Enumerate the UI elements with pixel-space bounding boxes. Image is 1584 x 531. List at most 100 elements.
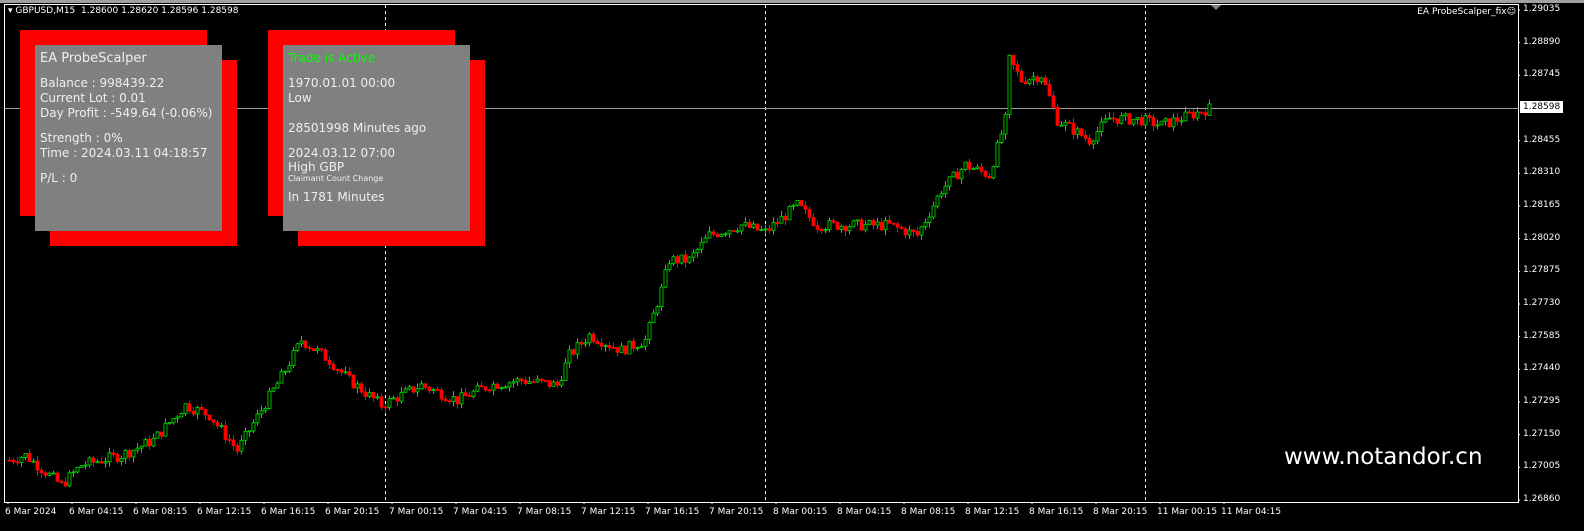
price-tick: 1.27295: [1523, 396, 1561, 406]
candle-body: [807, 208, 812, 218]
candle-body: [619, 345, 624, 353]
time-tick: 8 Mar 16:15: [1029, 507, 1084, 517]
candle-body: [611, 347, 616, 349]
candle-body: [231, 439, 236, 447]
candle-body: [763, 228, 768, 231]
candle-body: [691, 252, 696, 258]
candle-body: [487, 389, 492, 392]
candle-body: [951, 171, 956, 178]
candle-body: [203, 408, 208, 416]
candle-body: [259, 410, 264, 415]
candle-body: [1115, 118, 1120, 124]
candle-body: [1083, 135, 1088, 139]
candle-body: [1139, 117, 1144, 126]
candle-body: [927, 216, 932, 223]
candle-body: [179, 413, 184, 418]
candle-body: [1159, 120, 1164, 126]
candle-body: [499, 386, 504, 389]
candle-body: [67, 472, 72, 487]
candle-body: [147, 438, 152, 447]
candle-body: [311, 348, 316, 351]
candle-body: [35, 460, 40, 471]
candle-body: [895, 223, 900, 228]
next-news-impact: High GBP: [288, 160, 345, 174]
candle-body: [411, 386, 416, 393]
candle-body: [247, 430, 252, 433]
time-tick: 6 Mar 2024: [5, 507, 57, 517]
price-tick: 1.27440: [1523, 363, 1561, 374]
candle-body: [459, 392, 464, 405]
candle-body: [495, 383, 500, 389]
candle-body: [11, 459, 16, 463]
candle-body: [915, 231, 920, 236]
candle-body: [1175, 117, 1180, 122]
candle-body: [1011, 54, 1016, 66]
price-tick: 1.28455: [1523, 134, 1561, 145]
candle-body: [1127, 113, 1132, 125]
candle-body: [599, 343, 604, 347]
candle-body: [119, 457, 124, 462]
candle-body: [923, 221, 928, 228]
candle-body: [887, 219, 892, 224]
candle-body: [1095, 131, 1100, 142]
candle-body: [171, 417, 176, 424]
candle-body: [183, 403, 188, 415]
candle-body: [1047, 84, 1052, 97]
candle-body: [655, 306, 660, 314]
time-tick: 7 Mar 00:15: [389, 507, 444, 517]
price-tick: 1.27730: [1523, 298, 1561, 308]
candle-body: [1091, 140, 1096, 145]
price-tick: 1.27875: [1523, 265, 1561, 276]
candle-body: [651, 312, 656, 323]
candle-body: [955, 171, 960, 180]
candle-body: [751, 223, 756, 228]
candle-body: [743, 222, 748, 226]
candle-body: [687, 256, 692, 263]
candle-body: [1031, 76, 1036, 81]
candle-body: [979, 166, 984, 172]
candle-body: [527, 381, 532, 384]
candle-body: [143, 438, 148, 447]
last-news-impact: Low: [288, 91, 312, 105]
candle-body: [675, 256, 680, 264]
candle-body: [971, 168, 976, 170]
candle-body: [835, 221, 840, 230]
candle-body: [27, 452, 32, 462]
news-panel: Trade is Active 1970.01.01 00:00 Low 285…: [283, 45, 470, 231]
time-tick: 8 Mar 04:15: [837, 507, 892, 517]
candle-body: [847, 226, 852, 232]
candle-body: [1191, 112, 1196, 119]
candle-body: [551, 381, 556, 387]
shift-marker-icon[interactable]: [1211, 5, 1221, 10]
candle-body: [139, 445, 144, 449]
candle-body: [571, 349, 576, 355]
candle-body: [703, 237, 708, 243]
candle-body: [1111, 117, 1116, 120]
candle-body: [355, 383, 360, 389]
candle-body: [863, 223, 868, 231]
candle-body: [399, 391, 404, 402]
candle-body: [103, 461, 108, 464]
minutes-until: In 1781 Minutes: [288, 190, 385, 204]
candle-body: [1007, 54, 1012, 115]
candle-body: [1135, 117, 1140, 120]
candle-body: [87, 457, 92, 466]
time-tick: 6 Mar 12:15: [197, 507, 252, 517]
candle-body: [563, 362, 568, 381]
ea-label[interactable]: EA ProbeScalper_fix☺: [1417, 7, 1516, 17]
candle-body: [275, 382, 280, 389]
candle-body: [347, 371, 352, 376]
candle-body: [959, 169, 964, 180]
candle-body: [227, 439, 232, 441]
candle-body: [647, 322, 652, 340]
symbol-header[interactable]: ▾ GBPUSD,M15 1.28600 1.28620 1.28596 1.2…: [8, 6, 238, 16]
candle-body: [995, 141, 1000, 168]
candle-body: [767, 228, 772, 231]
candle-body: [327, 359, 332, 365]
candle-body: [343, 371, 348, 374]
candle-body: [467, 395, 472, 398]
candle-body: [223, 425, 228, 440]
price-tick: 1.28890: [1523, 36, 1561, 47]
candle-body: [531, 381, 536, 384]
candle-body: [567, 349, 572, 364]
